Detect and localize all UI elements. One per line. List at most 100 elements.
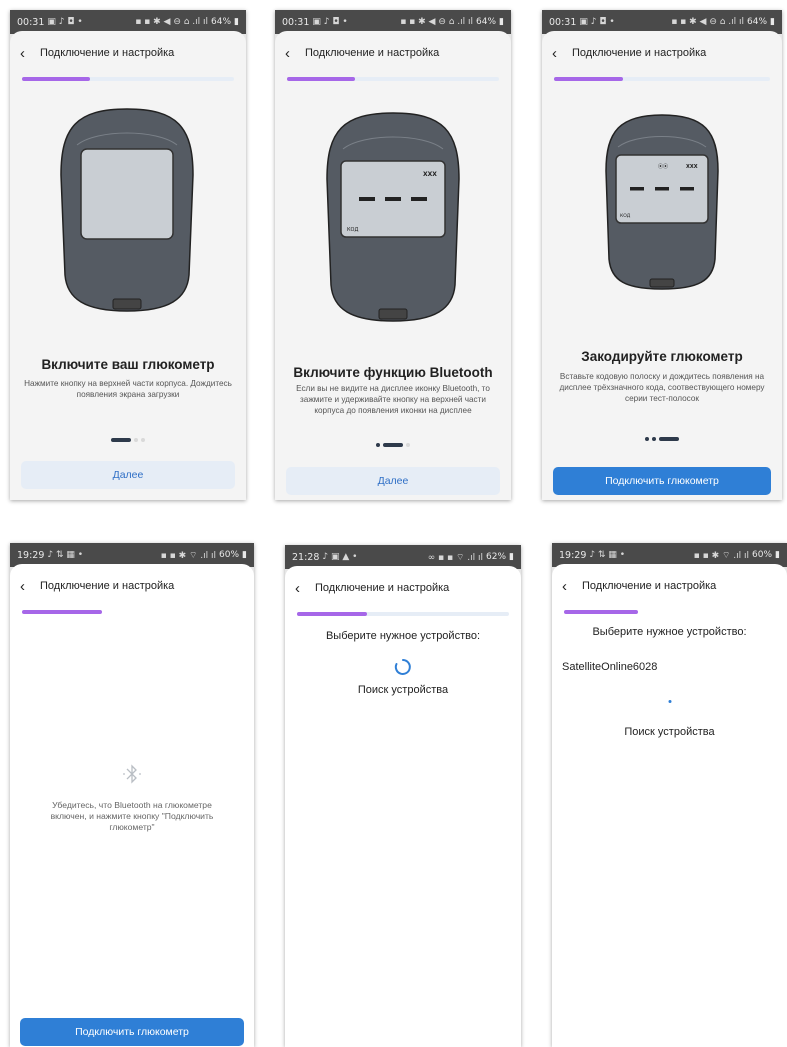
page-title: Подключение и настройка [40,47,175,59]
system-icons: ▪ ▪ ✱ ⌔ .ıl ıl [693,550,750,561]
back-arrow-icon[interactable]: ‹ [20,46,36,61]
page-indicator [10,438,246,442]
screen-2: 00:31 ▣ ♪ ◘ • ▪ ▪ ✱ ◀ ⊖ ⌂ .ıl ıl 64% ▮ ‹ По… [275,10,511,500]
progress-bar [287,77,499,81]
screen-4: 19:29 ♪ ⇅ ▦ • ▪ ▪ ✱ ⌔ .ıl ıl 60% ▮ ‹ Подклю… [10,543,254,1047]
progress-fill [554,77,624,81]
notification-icons: ♪ ⇅ ▦ • [589,550,626,560]
next-button[interactable]: Далее [21,461,235,489]
loading-spinner-icon [394,659,411,675]
page-title: Подключение и настройка [582,580,717,592]
battery-icon: ▮ [234,17,239,27]
progress-bar [297,612,509,616]
step-heading: Закодируйте глюкометр [581,349,743,364]
device-battery-label: XXX [423,171,437,178]
glucometer-illustration [60,108,194,312]
progress-fill [22,77,90,81]
battery-icon: ▮ [770,17,775,27]
notification-icons: ▣ ♪ ◘ • [47,17,83,27]
connect-glucometer-button[interactable]: Подключить глюкометр [553,467,771,495]
status-time: 00:31 [549,16,577,28]
back-arrow-icon[interactable]: ‹ [20,579,36,594]
page-indicator [542,437,782,441]
device-battery-label: XXX [686,164,698,170]
system-icons: ▪ ▪ ✱ ◀ ⊖ ⌂ .ıl ıl [671,17,745,27]
status-time: 19:29 [17,549,45,561]
battery-level: 64% [476,17,497,27]
battery-icon: ▮ [499,17,504,27]
system-icons: ▪ ▪ ✱ ◀ ⊖ ⌂ .ıl ıl [400,17,474,27]
page-title: Подключение и настройка [40,580,175,592]
step-heading: Включите ваш глюкометр [41,357,215,372]
connect-glucometer-button[interactable]: Подключить глюкометр [20,1018,244,1046]
battery-level: 64% [747,17,768,27]
page-dot [645,437,649,441]
select-device-heading: Выберите нужное устройство: [592,626,747,638]
battery-level: 62% [486,552,507,562]
screen-5: 21:28 ♪ ▣ ▲ • ∞ ▪ ▪ ⌔ .ıl ıl 62% ▮ ‹ Подклю… [285,545,521,1047]
back-arrow-icon[interactable]: ‹ [285,46,301,61]
sheet: ‹ Подключение и настройка ⦿⦿ XXX КОД Зак… [542,31,782,500]
step-description: Если вы не видите на дисплее иконку Blue… [296,384,490,415]
select-device-heading: Выберите нужное устройство: [325,630,481,642]
progress-fill [22,610,102,614]
screen-1: 00:31 ▣ ♪ ◘ • ▪ ▪ ✱ ◀ ⊖ ⌂ .ıl ıl 64% ▮ ‹ По… [10,10,246,500]
searching-label: Поиск устройства [624,726,715,738]
status-time: 19:29 [559,549,587,561]
bluetooth-icon [123,764,141,784]
loading-indicator [668,700,671,703]
bluetooth-hint: Убедитесь, что Bluetooth на глюкометре в… [50,800,214,832]
battery-level: 64% [211,17,232,27]
step-heading: Включите функцию Bluetooth [293,365,493,380]
battery-icon: ▮ [509,552,514,562]
device-bluetooth-label: ⦿⦿ [658,164,668,170]
page-dot-active [383,443,403,447]
page-dot [141,438,145,442]
page-title: Подключение и настройка [572,47,707,59]
page-dot [376,443,380,447]
notification-icons: ♪ ⇅ ▦ • [47,550,84,560]
searching-label: Поиск устройства [357,684,449,696]
page-dot [406,443,410,447]
notification-icons: ♪ ▣ ▲ • [322,552,358,562]
progress-fill [287,77,355,81]
page-indicator [275,443,511,447]
system-icons: ∞ ▪ ▪ ⌔ .ıl ıl [427,552,484,563]
back-arrow-icon[interactable]: ‹ [295,581,311,596]
progress-bar [22,77,234,81]
glucometer-illustration: XXX КОД [326,112,460,322]
page-dot-active [111,438,131,442]
battery-icon: ▮ [242,550,247,560]
sheet: ‹ Подключение и настройка XXX КОД Включи… [275,31,511,500]
sheet: ‹ Подключение и настройка Убедитесь, что… [10,564,254,1047]
back-arrow-icon[interactable]: ‹ [562,579,578,594]
next-button[interactable]: Далее [286,467,500,495]
progress-bar [22,610,242,614]
sheet: ‹ Подключение и настройка Включите ваш г… [10,31,246,500]
device-code-label: КОД [620,213,631,219]
progress-fill [564,610,638,614]
progress-fill [297,612,367,616]
progress-bar [554,77,770,81]
status-time: 00:31 [282,16,310,28]
notification-icons: ▣ ♪ ◘ • [579,17,615,27]
screen-6: 19:29 ♪ ⇅ ▦ • ▪ ▪ ✱ ⌔ .ıl ıl 60% ▮ ‹ Подклю… [552,543,787,1047]
step-description: Нажмите кнопку на верхней части корпуса.… [24,379,232,399]
page-dot [652,437,656,441]
back-arrow-icon[interactable]: ‹ [552,46,568,61]
sheet: ‹ Подключение и настройка Выберите нужно… [552,564,787,1047]
status-time: 21:28 [292,551,320,563]
device-code-label: КОД [347,227,358,233]
glucometer-illustration: ⦿⦿ XXX КОД [605,114,719,290]
screen-3: 00:31 ▣ ♪ ◘ • ▪ ▪ ✱ ◀ ⊖ ⌂ .ıl ıl 64% ▮ ‹ По… [542,10,782,500]
notification-icons: ▣ ♪ ◘ • [312,17,348,27]
page-title: Подключение и настройка [315,582,450,594]
page-dot-active [659,437,679,441]
page-dot [134,438,138,442]
system-icons: ▪ ▪ ✱ ◀ ⊖ ⌂ .ıl ıl [135,17,209,27]
battery-icon: ▮ [775,550,780,560]
page-title: Подключение и настройка [305,47,440,59]
device-list-item[interactable]: SatelliteOnline6028 [562,661,657,673]
status-time: 00:31 [17,16,45,28]
battery-level: 60% [752,550,773,560]
